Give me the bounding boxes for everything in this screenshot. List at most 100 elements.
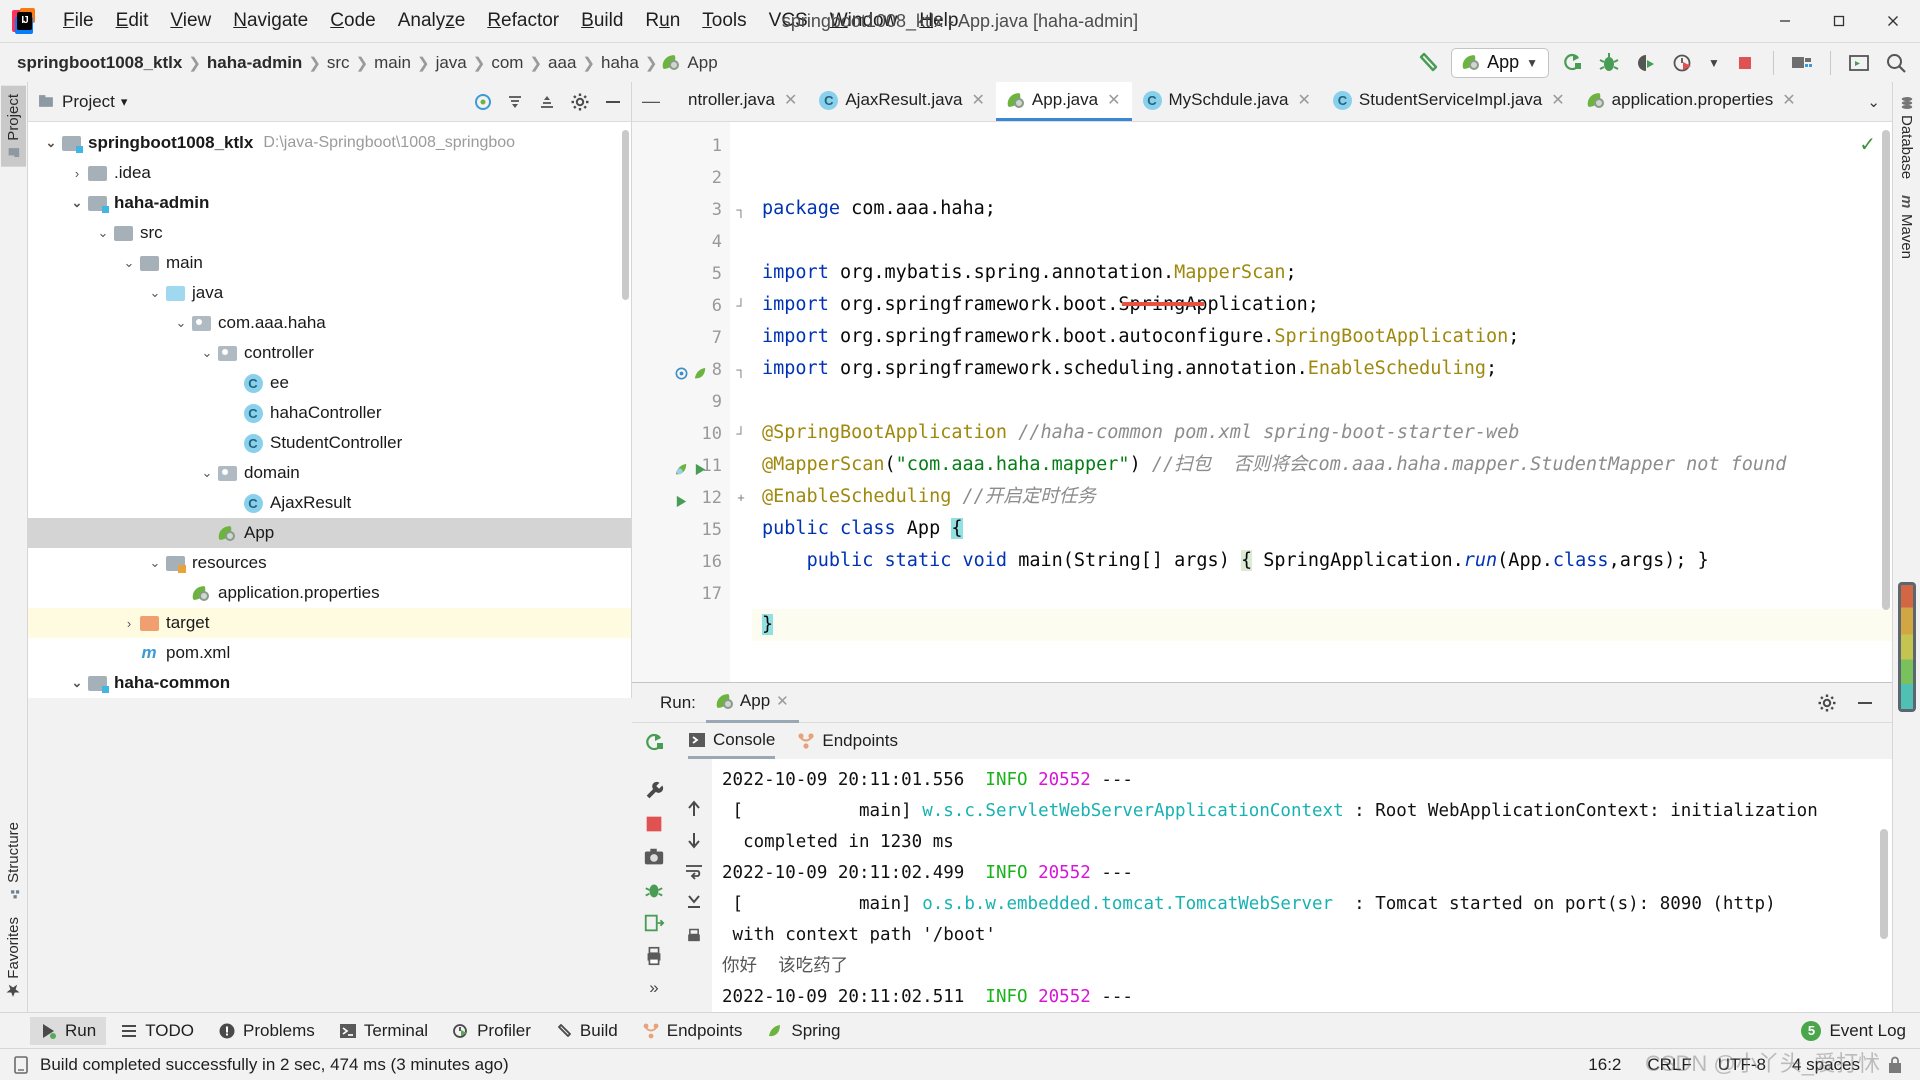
breadcrumb-src[interactable]: src (324, 53, 353, 73)
breadcrumb-app[interactable]: App (684, 53, 720, 73)
sidebar-item-project[interactable]: Project (1, 86, 26, 167)
tree-node[interactable]: ⌄ controller (28, 338, 631, 368)
read-only-icon[interactable] (1886, 1055, 1904, 1075)
close-icon[interactable]: ✕ (776, 692, 789, 710)
toolwindow-problems[interactable]: Problems (208, 1017, 325, 1045)
scroll-down-icon[interactable] (684, 830, 704, 850)
project-structure-icon[interactable] (1788, 49, 1816, 77)
console-output[interactable]: 2022-10-09 20:11:01.556 INFO 20552 --- [… (712, 759, 1892, 1012)
chevron-down-icon[interactable]: ⌄ (198, 344, 216, 362)
rerun-icon[interactable] (642, 731, 666, 755)
code-line[interactable]: import org.springframework.boot.SpringAp… (752, 289, 1892, 321)
gutter-line[interactable]: 1 (632, 130, 730, 162)
tree-node[interactable]: ⌄ springboot1008_ktlx D:\java-Springboot\1… (28, 128, 631, 158)
menu-file[interactable]: File (52, 6, 105, 36)
scroll-to-end-icon[interactable] (684, 892, 704, 912)
code-line[interactable]: import org.springframework.boot.autoconf… (752, 321, 1892, 353)
gutter-line[interactable]: 15 (632, 514, 730, 546)
indent-setting[interactable]: 4 spaces (1792, 1055, 1860, 1075)
gutter-line[interactable]: 7 (632, 322, 730, 354)
code-editor[interactable]: 1 2 3 4 5 6 7 8 9 10 11 12 15 16 17 ┐ ┘ ┐ ┘ + package com.… (632, 122, 1892, 682)
gutter-line[interactable]: 8 (632, 354, 730, 386)
code-line[interactable] (752, 385, 1892, 417)
toolwindow-todo[interactable]: TODO (110, 1017, 204, 1045)
breadcrumb-haha[interactable]: haha (598, 53, 642, 73)
menu-vcs[interactable]: VCS (758, 6, 819, 36)
toolwindow-endpoints[interactable]: Endpoints (632, 1017, 753, 1045)
expand-all-icon[interactable] (505, 92, 525, 112)
breadcrumb-main[interactable]: main (371, 53, 414, 73)
chevron-down-icon[interactable]: ⌄ (198, 464, 216, 482)
sidebar-item-structure[interactable]: Structure (1, 814, 26, 909)
fold-marker[interactable]: ┐ (730, 354, 752, 386)
close-icon[interactable]: ✕ (972, 90, 985, 110)
close-icon[interactable]: ✕ (1551, 90, 1564, 110)
code-line[interactable] (752, 225, 1892, 257)
project-panel-caret-icon[interactable]: ▾ (121, 94, 128, 110)
soft-wrap-icon[interactable] (684, 861, 704, 881)
gutter-line[interactable]: 12 (632, 482, 730, 514)
chevron-down-icon[interactable]: ⌄ (146, 284, 164, 302)
bug-report-icon[interactable] (643, 879, 665, 901)
inspection-status-icon[interactable]: ✓ (1859, 132, 1876, 157)
tree-node[interactable]: C AjaxResult (28, 488, 631, 518)
breadcrumb-java[interactable]: java (433, 53, 470, 73)
run-configuration-selector[interactable]: App ▼ (1451, 47, 1549, 78)
close-icon[interactable]: ✕ (1782, 90, 1795, 110)
scroll-up-icon[interactable] (684, 799, 704, 819)
tab-scroll-indicator[interactable]: — (632, 82, 670, 121)
run-tab-app[interactable]: App ✕ (705, 683, 799, 723)
sidebar-item-maven[interactable]: m Maven (1894, 187, 1919, 266)
editor-fold-column[interactable]: ┐ ┘ ┐ ┘ + (730, 122, 752, 682)
profiler-icon[interactable] (1669, 49, 1697, 77)
profiler-dropdown-icon[interactable]: ▼ (1706, 49, 1722, 77)
tree-node[interactable]: m pom.xml (28, 638, 631, 668)
tree-node[interactable]: application.properties (28, 578, 631, 608)
chevron-right-icon[interactable]: › (68, 164, 86, 182)
tab-myschdule-java[interactable]: C MySchdule.java ✕ (1132, 82, 1322, 121)
toolwindow-build[interactable]: Build (545, 1017, 628, 1045)
menu-navigate[interactable]: Navigate (222, 6, 319, 36)
event-log-label[interactable]: Event Log (1829, 1021, 1906, 1041)
chevron-down-icon[interactable]: ⌄ (94, 224, 112, 242)
gutter-line[interactable]: 5 (632, 258, 730, 290)
tree-node[interactable]: ⌄ java (28, 278, 631, 308)
print-icon[interactable] (643, 945, 665, 967)
sidebar-item-favorites[interactable]: Favorites (1, 909, 26, 1006)
toolwindow-run[interactable]: Run (30, 1016, 107, 1045)
tree-node[interactable]: ⌄ haha-admin (28, 188, 631, 218)
code-line[interactable]: import org.mybatis.spring.annotation.Map… (752, 257, 1892, 289)
tree-node[interactable]: ⌄ haha-common (28, 668, 631, 698)
gutter-line[interactable]: 4 (632, 226, 730, 258)
menu-help[interactable]: Help (908, 6, 969, 36)
tree-node[interactable]: ⌄ domain (28, 458, 631, 488)
chevron-down-icon[interactable]: ⌄ (42, 134, 60, 152)
gutter-line[interactable]: 10 (632, 418, 730, 450)
search-everywhere-icon[interactable] (1882, 49, 1910, 77)
code-line[interactable] (752, 577, 1892, 609)
gutter-line[interactable]: 2 (632, 162, 730, 194)
menu-build[interactable]: Build (570, 6, 634, 36)
fold-marker[interactable]: ┘ (730, 418, 752, 450)
code-line[interactable]: } (752, 609, 1892, 641)
code-line[interactable]: @SpringBootApplication //haha-common pom… (752, 417, 1892, 449)
menu-run[interactable]: Run (634, 6, 691, 36)
close-icon[interactable]: ✕ (1298, 90, 1311, 110)
collapse-all-icon[interactable] (537, 92, 557, 112)
close-icon[interactable]: ✕ (1107, 90, 1120, 110)
gutter-line[interactable]: 6 (632, 290, 730, 322)
line-separator[interactable]: CRLF (1647, 1055, 1691, 1075)
fold-marker[interactable]: ┘ (730, 290, 752, 322)
tree-node[interactable]: › .idea (28, 158, 631, 188)
settings-gear-icon[interactable] (569, 91, 591, 113)
menu-view[interactable]: View (159, 6, 222, 36)
project-tree-scrollbar[interactable] (622, 130, 629, 300)
tab-endpoints[interactable]: Endpoints (797, 723, 898, 759)
tab-application-properties[interactable]: application.properties ✕ (1576, 82, 1807, 121)
menu-tools[interactable]: Tools (691, 6, 757, 36)
terminal-icon[interactable] (1845, 49, 1873, 77)
camera-icon[interactable] (643, 846, 665, 868)
close-icon[interactable]: ✕ (784, 90, 797, 110)
gutter-line[interactable]: 9 (632, 386, 730, 418)
code-line[interactable]: package com.aaa.haha; (752, 193, 1892, 225)
